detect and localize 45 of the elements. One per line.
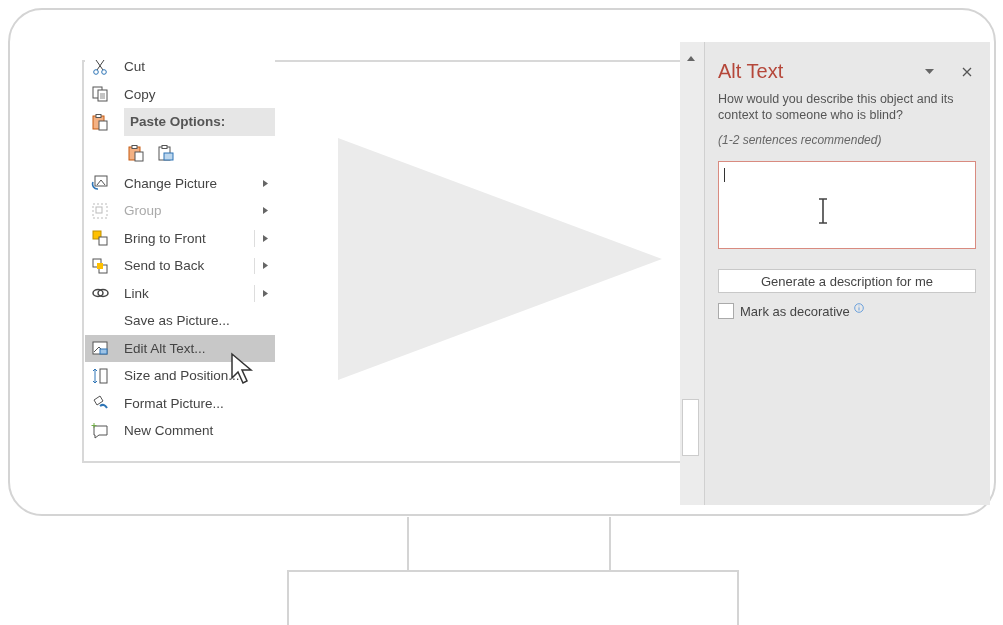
menu-item[interactable]: Format Picture... xyxy=(85,389,275,417)
pane-question: How would you describe this object and its context to someone who is blind? xyxy=(718,91,955,123)
menu-item[interactable]: Copy xyxy=(85,80,275,108)
scissors-icon xyxy=(91,57,109,76)
size-icon xyxy=(91,366,109,385)
scroll-up-icon[interactable] xyxy=(687,56,695,61)
menu-item[interactable]: Size and Position... xyxy=(85,362,275,390)
monitor-stand xyxy=(407,517,411,572)
pane-title: Alt Text xyxy=(718,60,785,83)
menu-item[interactable]: Cut xyxy=(85,53,275,81)
menu-item[interactable]: New Comment xyxy=(85,417,275,445)
front-icon xyxy=(91,229,109,248)
menu-item[interactable]: Save as Picture... xyxy=(85,307,275,335)
group-icon xyxy=(91,201,109,220)
description-field[interactable] xyxy=(718,161,976,249)
checkbox-label: Mark as decorative xyxy=(740,303,850,319)
submenu-arrow-icon xyxy=(262,179,268,187)
monitor-stand xyxy=(607,517,611,572)
picture-swap-icon xyxy=(91,174,109,193)
submenu-arrow-icon xyxy=(262,262,268,270)
pane-hint: (1-2 sentences recommended) xyxy=(718,133,883,147)
submenu-arrow-icon xyxy=(262,234,268,242)
close-icon[interactable] xyxy=(962,66,972,77)
menu-section-header: Paste Options: xyxy=(124,108,275,136)
menu-item[interactable]: Change Picture xyxy=(85,169,275,197)
menu-item[interactable]: Bring to Front xyxy=(85,224,275,252)
scrollbar-thumb[interactable] xyxy=(682,399,699,456)
alt-text-icon xyxy=(91,339,109,358)
scrollbar[interactable] xyxy=(680,42,705,505)
submenu-arrow-icon xyxy=(262,289,268,297)
submenu-arrow-icon xyxy=(262,207,268,215)
decorative-checkbox[interactable] xyxy=(718,303,734,319)
generate-description-button[interactable]: Generate a description for me xyxy=(718,269,976,293)
menu-item[interactable]: Edit Alt Text... xyxy=(85,334,275,362)
dropdown-caret-icon[interactable] xyxy=(925,69,934,74)
paste-icon xyxy=(127,143,145,162)
paste-picture-icon xyxy=(157,143,175,162)
comment-icon xyxy=(91,421,109,440)
copy-icon xyxy=(91,85,109,104)
info-icon[interactable] xyxy=(853,303,864,313)
back-icon xyxy=(91,256,109,275)
paste-icon xyxy=(91,112,109,131)
menu-item[interactable]: Link xyxy=(85,279,275,307)
menu-item[interactable]: Send to Back xyxy=(85,252,275,280)
text-cursor-icon xyxy=(818,198,828,224)
